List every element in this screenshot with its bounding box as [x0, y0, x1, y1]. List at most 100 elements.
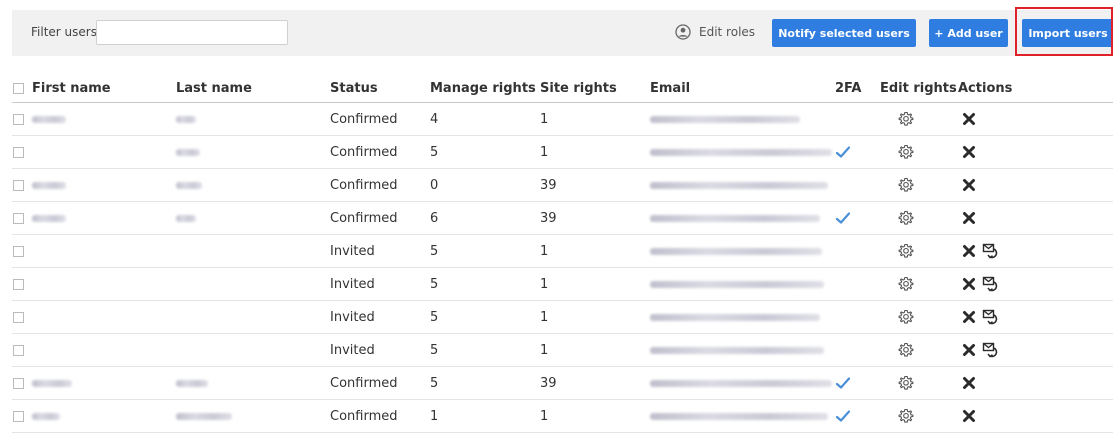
- envelope-resend-icon[interactable]: [982, 342, 1000, 358]
- x-icon[interactable]: [962, 310, 976, 324]
- envelope-resend-icon[interactable]: [982, 243, 1000, 259]
- status-cell: Confirmed: [330, 135, 430, 169]
- status-cell: Confirmed: [330, 201, 430, 235]
- email-cell: [650, 201, 835, 235]
- row-checkbox[interactable]: [13, 311, 24, 323]
- twofa-cell: [835, 333, 880, 367]
- email-cell: [650, 102, 835, 136]
- redacted-email: [650, 115, 800, 123]
- actions-cell: [958, 366, 1113, 400]
- gear-icon[interactable]: [898, 408, 914, 424]
- filter-users-input[interactable]: [96, 20, 288, 45]
- gear-icon[interactable]: [898, 342, 914, 358]
- redacted-first-name: [32, 379, 72, 387]
- gear-icon[interactable]: [898, 309, 914, 325]
- edit-rights-cell: [880, 366, 958, 400]
- header-site-rights[interactable]: Site rights: [540, 75, 650, 103]
- actions-cell: [958, 333, 1113, 367]
- edit-roles-link[interactable]: Edit roles: [675, 24, 755, 40]
- redacted-last-name: [176, 214, 196, 222]
- table-header-row: First name Last name Status Manage right…: [12, 75, 1113, 103]
- x-icon[interactable]: [962, 145, 976, 159]
- gear-icon[interactable]: [898, 276, 914, 292]
- import-users-button[interactable]: Import users: [1022, 19, 1113, 47]
- gear-icon[interactable]: [898, 144, 914, 160]
- first-name-cell: [12, 201, 176, 235]
- row-checkbox[interactable]: [13, 113, 24, 125]
- table-row: Invited 5 1: [12, 267, 1113, 301]
- x-icon[interactable]: [962, 178, 976, 192]
- x-icon[interactable]: [962, 211, 976, 225]
- gear-icon[interactable]: [898, 111, 914, 127]
- row-checkbox[interactable]: [13, 278, 24, 290]
- row-checkbox[interactable]: [13, 212, 24, 224]
- gear-icon[interactable]: [898, 243, 914, 259]
- row-checkbox[interactable]: [13, 410, 24, 422]
- redacted-email: [650, 148, 832, 156]
- manage-rights-cell: 5: [430, 135, 540, 169]
- header-status[interactable]: Status: [330, 75, 430, 103]
- site-rights-cell: 1: [540, 300, 650, 334]
- gear-icon[interactable]: [898, 177, 914, 193]
- site-rights-cell: 1: [540, 399, 650, 433]
- edit-rights-cell: [880, 234, 958, 268]
- gear-icon[interactable]: [898, 375, 914, 391]
- row-checkbox[interactable]: [13, 179, 24, 191]
- first-name-cell: [12, 399, 176, 433]
- gear-icon[interactable]: [898, 210, 914, 226]
- manage-rights-cell: 4: [430, 102, 540, 136]
- x-icon[interactable]: [962, 277, 976, 291]
- status-cell: Confirmed: [330, 399, 430, 433]
- site-rights-cell: 1: [540, 135, 650, 169]
- filter-label: Filter users:: [31, 25, 102, 39]
- redacted-last-name: [176, 115, 196, 123]
- site-rights-cell: 1: [540, 267, 650, 301]
- manage-rights-cell: 5: [430, 267, 540, 301]
- redacted-email: [650, 247, 822, 255]
- checkmark-icon: [835, 410, 851, 422]
- x-icon[interactable]: [962, 409, 976, 423]
- twofa-cell: [835, 300, 880, 334]
- row-checkbox[interactable]: [13, 146, 24, 158]
- add-user-button[interactable]: + Add user: [929, 19, 1008, 47]
- edit-rights-cell: [880, 102, 958, 136]
- envelope-resend-icon[interactable]: [982, 309, 1000, 325]
- manage-rights-cell: 0: [430, 168, 540, 202]
- table-row: Confirmed 4 1: [12, 102, 1113, 136]
- table-row: Invited 5 1: [12, 300, 1113, 334]
- header-email[interactable]: Email: [650, 75, 835, 103]
- redacted-email: [650, 280, 824, 288]
- site-rights-cell: 39: [540, 366, 650, 400]
- edit-rights-cell: [880, 135, 958, 169]
- header-first-name[interactable]: First name: [12, 75, 176, 103]
- x-icon[interactable]: [962, 343, 976, 357]
- email-cell: [650, 234, 835, 268]
- envelope-resend-icon[interactable]: [982, 276, 1000, 292]
- x-icon[interactable]: [962, 112, 976, 126]
- select-all-checkbox[interactable]: [13, 83, 24, 94]
- table-row: Confirmed 5 39: [12, 366, 1113, 400]
- redacted-email: [650, 412, 828, 420]
- header-last-name[interactable]: Last name: [176, 75, 330, 103]
- status-cell: Invited: [330, 300, 430, 334]
- table-row: Confirmed 6 39: [12, 201, 1113, 235]
- last-name-cell: [176, 201, 330, 235]
- redacted-last-name: [176, 379, 208, 387]
- header-manage-rights[interactable]: Manage rights: [430, 75, 540, 103]
- first-name-cell: [12, 300, 176, 334]
- x-icon[interactable]: [962, 376, 976, 390]
- header-2fa[interactable]: 2FA: [835, 75, 880, 103]
- row-checkbox[interactable]: [13, 344, 24, 356]
- redacted-first-name: [32, 115, 66, 123]
- row-checkbox[interactable]: [13, 245, 24, 257]
- email-cell: [650, 333, 835, 367]
- table-row: Confirmed 5 1: [12, 135, 1113, 169]
- actions-cell: [958, 399, 1113, 433]
- row-checkbox[interactable]: [13, 377, 24, 389]
- checkmark-icon: [835, 146, 851, 158]
- x-icon[interactable]: [962, 244, 976, 258]
- twofa-cell: [835, 135, 880, 169]
- email-cell: [650, 168, 835, 202]
- edit-rights-cell: [880, 201, 958, 235]
- notify-selected-users-button[interactable]: Notify selected users: [772, 19, 916, 47]
